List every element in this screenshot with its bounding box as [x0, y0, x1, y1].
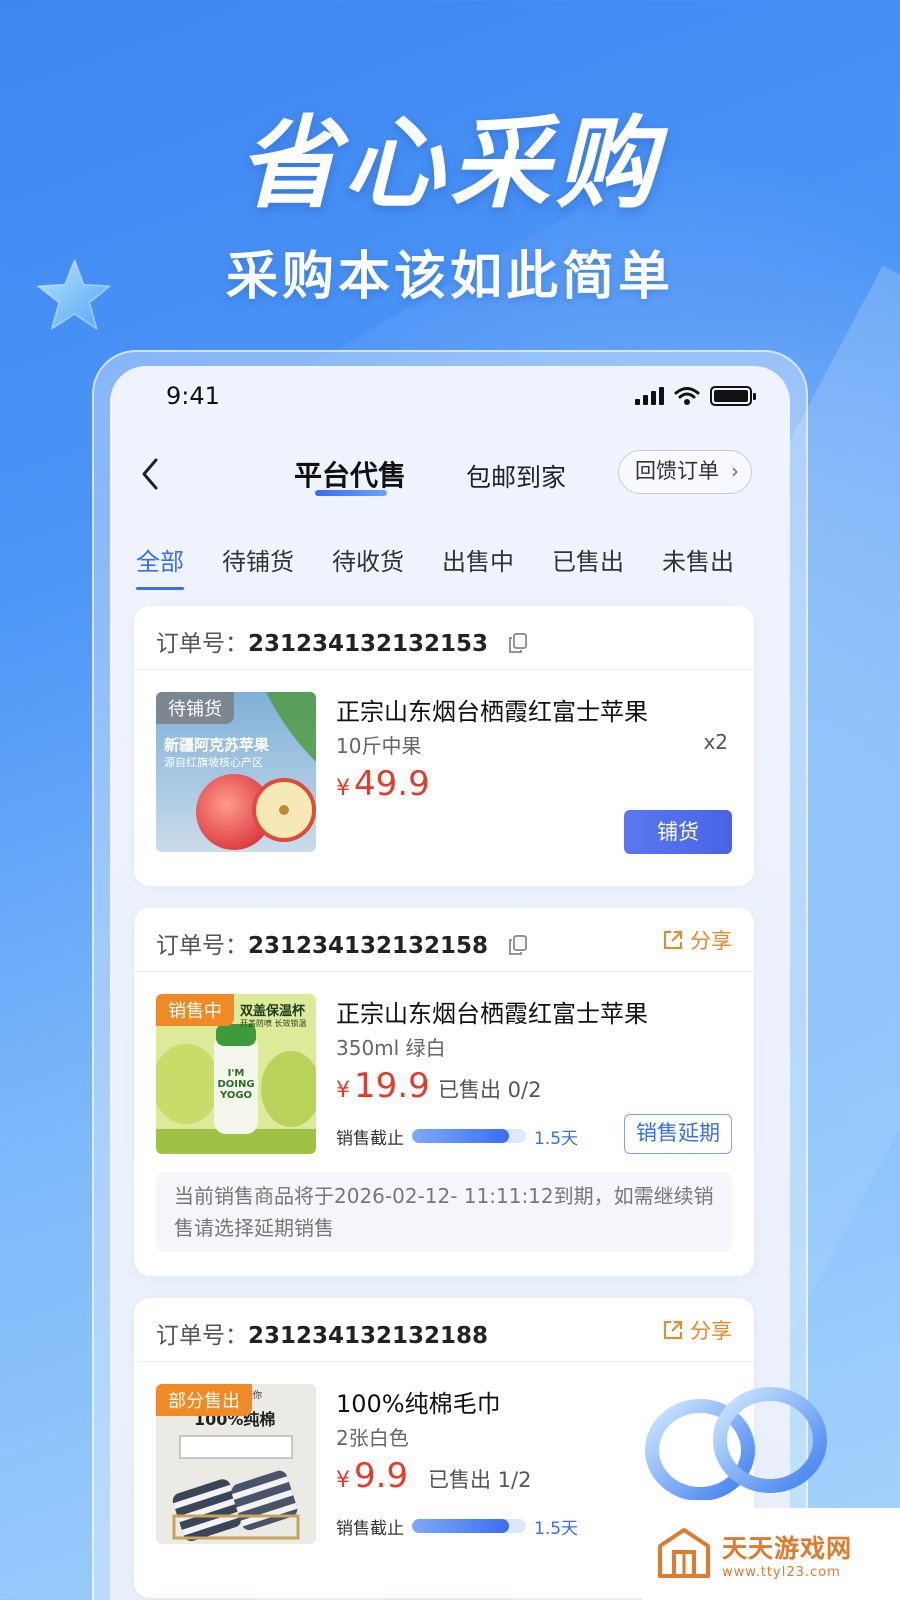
share-label: 分享	[690, 929, 732, 953]
image-caption: 双盖保温杯	[240, 1004, 306, 1019]
deadline-progress-fill	[412, 1519, 509, 1533]
image-subcaption: 开盖防喷 长效锁温	[240, 1019, 307, 1028]
watermark-logo-icon	[658, 1528, 710, 1578]
filter-tab-unsold[interactable]: 未售出	[662, 542, 734, 582]
feedback-order-label: 回馈订单	[635, 459, 719, 483]
image-subcaption: 源自红旗坡核心产区	[164, 756, 263, 769]
watermark-name: 天天游戏网	[722, 1533, 853, 1563]
status-badge: 待铺货	[156, 692, 234, 724]
deadline-progress-bar	[412, 1129, 526, 1143]
sale-deadline: 销售截止 1.5天	[336, 1122, 578, 1150]
filter-tab-pending-listing[interactable]: 待铺货	[222, 542, 294, 582]
order-number-label: 订单号：	[156, 933, 248, 959]
order-header: 订单号：231234132132153	[134, 606, 754, 670]
star-decoration-icon	[36, 259, 111, 330]
order-filter-tabs: 全部 待铺货 待收货 出售中 已售出 未售出	[136, 542, 790, 590]
order-card[interactable]: 订单号：231234132132153 新疆阿克苏苹果 源自红旗坡核心产区 待铺…	[134, 606, 754, 886]
price-value: 49.9	[354, 764, 430, 804]
filter-tab-on-sale[interactable]: 出售中	[442, 542, 514, 582]
share-button[interactable]: 分享	[662, 925, 732, 955]
copy-icon[interactable]	[509, 935, 528, 955]
status-badge: 销售中	[156, 994, 234, 1026]
order-number-value: 231234132132188	[248, 1323, 489, 1349]
product-spec: 2张白色	[336, 1426, 409, 1450]
status-bar: 9:41	[110, 382, 790, 412]
price-value: 9.9	[354, 1456, 409, 1496]
order-number-value: 231234132132158	[248, 933, 489, 959]
status-time: 9:41	[166, 382, 220, 410]
deadline-label: 销售截止	[336, 1518, 404, 1539]
share-icon	[664, 931, 682, 949]
filter-tab-sold[interactable]: 已售出	[552, 542, 624, 582]
battery-icon	[710, 386, 756, 406]
currency-symbol: ¥	[336, 1468, 350, 1493]
extend-sale-button[interactable]: 销售延期	[624, 1114, 732, 1154]
image-caption: 新疆阿克苏苹果	[164, 736, 270, 754]
price-value: 19.9	[354, 1066, 430, 1106]
order-number: 订单号：231234132132188	[156, 1316, 488, 1350]
product-spec: 350ml 绿白	[336, 1036, 446, 1060]
share-button[interactable]: 分享	[662, 1315, 732, 1345]
deadline-label: 销售截止	[336, 1128, 404, 1149]
signal-icon	[635, 387, 664, 405]
tab-platform-consignment[interactable]: 平台代售	[294, 454, 406, 494]
deadline-progress-fill	[412, 1129, 509, 1143]
list-goods-button[interactable]: 铺货	[624, 810, 732, 854]
currency-symbol: ¥	[336, 1078, 350, 1103]
filter-tab-all[interactable]: 全部	[136, 542, 184, 590]
watermark-url: www.ttyl23.com	[722, 1564, 841, 1580]
order-header: 订单号：231234132132158 分享	[134, 908, 754, 972]
wifi-icon	[674, 387, 700, 405]
product-price: ¥19.9	[336, 1066, 430, 1106]
product-title[interactable]: 正宗山东烟台栖霞红富士苹果	[336, 692, 648, 727]
order-number-value: 231234132132153	[248, 631, 489, 657]
product-image-apple[interactable]: 新疆阿克苏苹果 源自红旗坡核心产区 待铺货	[156, 692, 316, 852]
product-title[interactable]: 正宗山东烟台栖霞红富士苹果	[336, 994, 648, 1029]
watermark-text: 天天游戏网 www.ttyl23.com	[722, 1529, 852, 1580]
sold-count: 已售出 1/2	[428, 1468, 532, 1492]
status-icons	[635, 386, 756, 406]
product-price: ¥9.9	[336, 1456, 408, 1496]
product-image-bottle[interactable]: 双盖保温杯 开盖防喷 长效锁温 I'M DOING YOGO 销售中	[156, 994, 316, 1154]
promo-headline: 省心采购	[238, 105, 662, 222]
decorative-rings-icon	[645, 1387, 827, 1500]
deadline-days: 1.5天	[534, 1518, 579, 1539]
status-badge: 部分售出	[156, 1384, 252, 1416]
chevron-right-icon: ›	[731, 459, 739, 483]
share-icon	[664, 1321, 682, 1339]
feedback-order-button[interactable]: 回馈订单 ›	[618, 450, 752, 494]
product-image-towel[interactable]: 我们懂你 100%纯棉 部分售出	[156, 1384, 316, 1544]
currency-symbol: ¥	[336, 776, 350, 801]
deadline-days: 1.5天	[534, 1128, 579, 1149]
product-quantity: x2	[703, 730, 728, 754]
share-label: 分享	[690, 1319, 732, 1343]
sale-deadline: 销售截止 1.5天	[336, 1512, 578, 1540]
order-card[interactable]: 订单号：231234132132158 分享 双盖保温杯 开盖防喷 长效锁温 I…	[134, 908, 754, 1276]
order-number-label: 订单号：	[156, 1323, 248, 1349]
sold-count: 已售出 0/2	[438, 1078, 542, 1102]
tab-free-shipping[interactable]: 包邮到家	[466, 458, 566, 494]
tab-active-indicator	[315, 490, 387, 496]
order-number: 订单号：231234132132153	[156, 624, 528, 658]
product-title[interactable]: 100%纯棉毛巾	[336, 1384, 501, 1419]
site-watermark: 天天游戏网 www.ttyl23.com	[642, 1508, 900, 1600]
product-price: ¥49.9	[336, 764, 430, 804]
product-spec: 10斤中果	[336, 734, 422, 758]
order-header: 订单号：231234132132188 分享	[134, 1298, 754, 1362]
order-number: 订单号：231234132132158	[156, 926, 528, 960]
top-nav: 平台代售 包邮到家 回馈订单 ›	[110, 450, 790, 500]
order-number-label: 订单号：	[156, 631, 248, 657]
back-arrow-icon[interactable]	[136, 456, 166, 492]
promo-subline: 采购本该如此简单	[225, 247, 674, 307]
copy-icon[interactable]	[509, 633, 528, 653]
bottle-print: I'M DOING YOGO	[217, 1068, 255, 1101]
deadline-progress-bar	[412, 1519, 526, 1533]
expiry-notice: 当前销售商品将于2026-02-12- 11:11:12到期，如需继续销售请选择…	[156, 1172, 732, 1252]
filter-tab-pending-receipt[interactable]: 待收货	[332, 542, 404, 582]
